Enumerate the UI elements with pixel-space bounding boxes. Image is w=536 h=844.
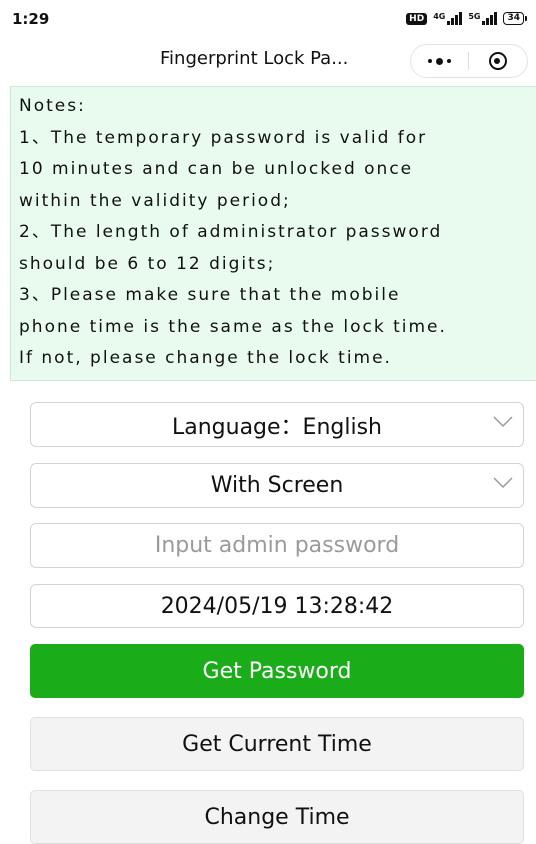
language-select-value: Language：English [171,414,382,440]
chevron-down-icon [493,416,513,428]
signal-5g-icon: 5G [468,12,498,25]
notes-line: 2、The length of administrator password [19,222,443,242]
notes-line: 3、Please make sure that the mobile [19,285,401,305]
change-time-button[interactable]: Change Time [30,790,524,844]
language-select[interactable]: Language：English [30,402,524,447]
datetime-value: 2024/05/19 13:28:42 [160,593,394,619]
change-time-label: Change Time [204,804,350,830]
signal-4g-icon: 4G [433,12,463,25]
screen-mode-value: With Screen [210,473,344,498]
more-dots-icon[interactable] [411,45,468,77]
notes-line: 1、The temporary password is valid for [19,127,428,148]
battery-icon: 34 [503,12,527,25]
get-password-label: Get Password [202,658,352,684]
status-bar: 1:29 HD 4G 5G 34 [0,0,536,42]
notes-line: 10 minutes and can be unlocked once [19,159,414,179]
notes-heading: Notes: [19,96,86,116]
signal-5g-label: 5G [468,12,481,21]
get-password-button[interactable]: Get Password [30,644,524,698]
page-title: Fingerprint Lock Pa... [160,48,349,69]
screen-mode-select[interactable]: With Screen [30,463,524,508]
close-target-icon[interactable] [469,45,526,77]
notes-line: within the validity period; [19,190,291,211]
get-current-time-button[interactable]: Get Current Time [30,717,524,771]
notes-line: If not, please change the lock time. [19,348,392,368]
hd-badge: HD [406,12,428,25]
mini-program-capsule [410,44,528,78]
notes-panel: Notes: 1、The temporary password is valid… [10,86,536,381]
chevron-down-icon [493,477,513,489]
title-bar: Fingerprint Lock Pa... [0,42,536,82]
notes-line: should be 6 to 12 digits; [19,253,276,274]
admin-password-input[interactable] [30,523,524,568]
notes-line: phone time is the same as the lock time. [19,316,447,337]
status-icons: HD 4G 5G 34 [406,12,527,25]
datetime-field[interactable]: 2024/05/19 13:28:42 [30,584,524,628]
get-current-time-label: Get Current Time [182,731,372,757]
signal-4g-label: 4G [433,12,446,21]
target-circle-icon [488,52,507,70]
status-time: 1:29 [12,10,50,28]
